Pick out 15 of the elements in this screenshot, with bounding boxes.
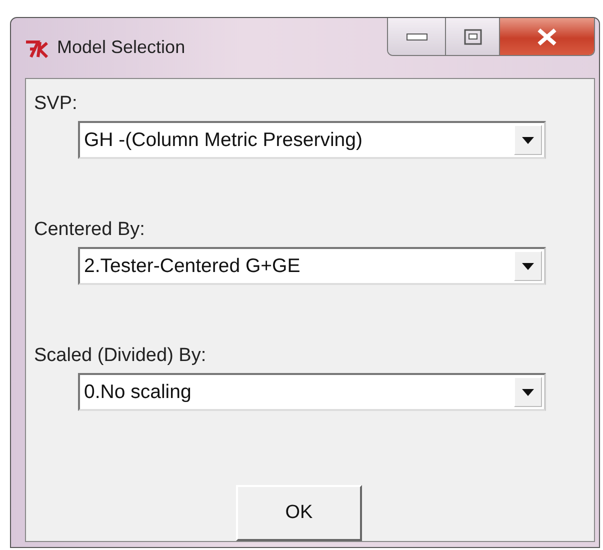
maximize-icon (464, 28, 482, 44)
combo-box[interactable]: GH -(Column Metric Preserving) (78, 121, 546, 159)
field-label: Scaled (Divided) By: (34, 345, 208, 367)
field-label: Centered By: (34, 219, 146, 241)
combo-box[interactable]: 0.No scaling (78, 373, 546, 411)
close-button[interactable] (500, 18, 594, 55)
close-icon (536, 28, 558, 46)
combo-box[interactable]: 2.Tester-Centered G+GE (78, 247, 546, 285)
ok-button[interactable]: OK (236, 485, 362, 541)
minimize-icon (406, 32, 428, 42)
minimize-button[interactable] (388, 18, 446, 55)
tk-logo-icon (25, 40, 49, 58)
field-label: SVP: (34, 93, 78, 115)
window-title: Model Selection (57, 37, 186, 58)
maximize-button[interactable] (446, 18, 500, 55)
